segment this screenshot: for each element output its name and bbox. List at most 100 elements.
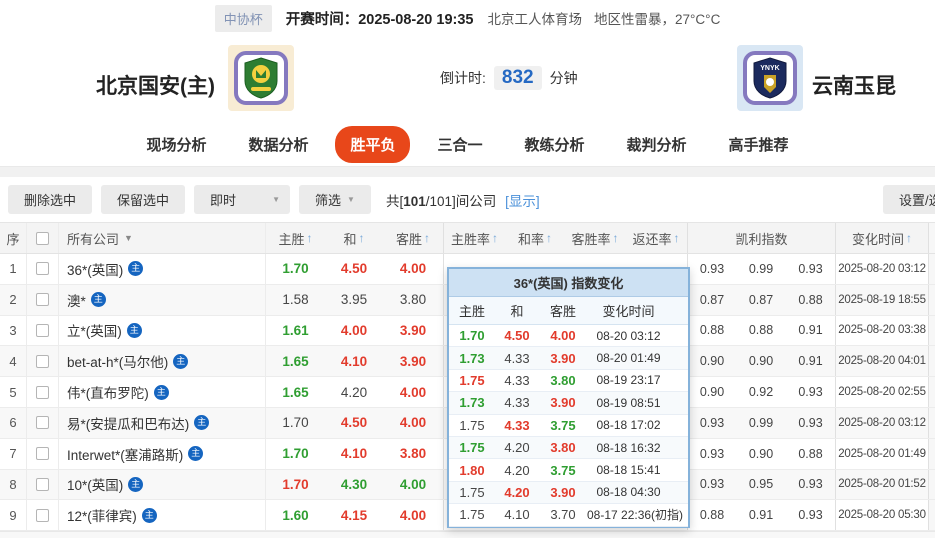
row-checkbox[interactable] (36, 477, 49, 491)
away-odds[interactable]: 3.80 (383, 439, 443, 469)
popup-draw-odds: 4.20 (504, 484, 530, 500)
filter-dropdown-label: 筛选 (315, 193, 342, 208)
tab-现场分析[interactable]: 现场分析 (131, 126, 221, 163)
popup-draw-odds: 4.33 (504, 417, 530, 433)
select-all-checkbox[interactable] (36, 231, 49, 245)
popup-title: 36*(英国) 指数变化 (449, 269, 688, 297)
tab-高手推荐[interactable]: 高手推荐 (714, 126, 804, 163)
delete-selected-button[interactable]: 删除选中 (8, 185, 93, 214)
popup-home-odds: 1.73 (459, 350, 485, 366)
row-checkbox[interactable] (36, 323, 49, 337)
kelly-value: 0.93 (687, 438, 736, 469)
row-checkbox-cell (26, 438, 58, 469)
odds-table-header: 序 所有公司 ▼ 主胜 ↑ 和 ↑ 客胜 ↑ 主胜率 ↑ 和率 ↑ 客胜率 ↑ … (0, 222, 935, 254)
popup-change-time: 08-18 04:30 (596, 485, 661, 500)
col-header-away-rate[interactable]: 客胜率 ↑ (565, 223, 625, 253)
home-odds[interactable]: 1.65 (265, 346, 325, 377)
draw-odds[interactable]: 4.10 (325, 439, 383, 469)
popup-draw-odds: 4.10 (504, 507, 530, 523)
row-edge-sliver (928, 377, 935, 407)
col-header-return-rate[interactable]: 返还率 ↑ (625, 223, 687, 253)
kelly-value: 0.88 (798, 446, 823, 461)
instant-dropdown[interactable]: 即时 ▼ (194, 185, 291, 214)
home-odds[interactable]: 1.65 (265, 377, 325, 407)
home-odds[interactable]: 1.70 (265, 469, 325, 500)
col-header-draw[interactable]: 和 ↑ (325, 223, 383, 253)
countdown-unit: 分钟 (549, 70, 578, 86)
show-link[interactable]: [显示] (505, 194, 540, 209)
row-checkbox[interactable] (36, 293, 49, 307)
kelly-value: 0.90 (687, 346, 736, 377)
away-odds[interactable]: 3.90 (383, 346, 443, 376)
popup-change-time: 08-18 16:32 (596, 440, 661, 455)
away-odds[interactable]: 4.00 (383, 500, 443, 530)
away-odds[interactable]: 3.80 (383, 285, 443, 315)
keep-selected-button[interactable]: 保留选中 (101, 185, 186, 214)
away-odds[interactable]: 4.00 (383, 470, 443, 500)
popup-change-time: 08-19 08:51 (596, 395, 661, 410)
row-checkbox[interactable] (36, 385, 49, 399)
kelly-value: 0.90 (748, 354, 774, 369)
row-index: 2 (9, 292, 17, 308)
popup-row: 1.80 4.20 3.75 08-18 15:41 (449, 459, 688, 482)
filter-dropdown[interactable]: 筛选 ▼ (299, 185, 371, 214)
home-odds[interactable]: 1.60 (265, 500, 325, 531)
col-header-change-time[interactable]: 变化时间 ↑ (835, 223, 928, 253)
row-checkbox[interactable] (36, 354, 49, 368)
kelly-value: 0.99 (748, 415, 774, 430)
tab-教练分析[interactable]: 教练分析 (510, 126, 600, 163)
draw-odds[interactable]: 4.15 (325, 500, 383, 530)
kelly-value: 0.93 (687, 407, 736, 438)
popup-col-away: 客胜 (549, 304, 576, 319)
popup-away-odds: 3.80 (550, 372, 576, 388)
col-header-home-rate[interactable]: 主胜率 ↑ (443, 223, 505, 253)
venue-weather: 北京工人体育场 地区性雷暴，27°C°C (488, 8, 721, 28)
col-header-draw-rate[interactable]: 和率 ↑ (505, 223, 565, 253)
company-cell: Interwet*(塞浦路斯) 主 (58, 438, 265, 469)
row-checkbox[interactable] (36, 262, 49, 276)
row-checkbox[interactable] (36, 416, 49, 430)
col-header-home-win[interactable]: 主胜 ↑ (265, 223, 325, 253)
home-badge-icon: 主 (188, 446, 204, 462)
draw-odds[interactable]: 4.50 (325, 254, 383, 284)
col-header-away-win[interactable]: 客胜 ↑ (383, 223, 443, 253)
draw-odds[interactable]: 4.50 (325, 408, 383, 438)
tab-三合一[interactable]: 三合一 (422, 126, 497, 163)
kelly-value: 0.88 (687, 500, 736, 531)
row-checkbox[interactable] (36, 447, 49, 461)
popup-home-odds: 1.75 (459, 507, 485, 523)
home-odds[interactable]: 1.61 (265, 315, 325, 346)
row-checkbox[interactable] (36, 508, 49, 522)
analysis-tabs: 现场分析 数据分析 胜平负 三合一 教练分析 裁判分析 高手推荐 (0, 122, 935, 167)
col-header-company[interactable]: 所有公司 ▼ (58, 223, 265, 253)
popup-home-odds: 1.80 (459, 462, 485, 478)
popup-home-odds: 1.75 (459, 372, 485, 388)
tab-数据分析[interactable]: 数据分析 (233, 126, 323, 163)
tab-裁判分析[interactable]: 裁判分析 (612, 126, 702, 163)
popup-draw-odds: 4.33 (504, 395, 530, 411)
popup-body: 1.70 4.50 4.00 08-20 03:12 1.73 4.33 3.90 08-20… (449, 325, 688, 527)
away-odds[interactable]: 3.90 (383, 316, 443, 346)
home-odds[interactable]: 1.70 (265, 407, 325, 438)
company-name: 36*(英国) (67, 262, 124, 278)
draw-odds[interactable]: 3.95 (325, 285, 383, 315)
tab-胜平负[interactable]: 胜平负 (335, 125, 411, 163)
home-odds[interactable]: 1.58 (265, 284, 325, 315)
home-odds[interactable]: 1.70 (265, 254, 325, 284)
draw-odds[interactable]: 4.00 (325, 316, 383, 346)
popup-away-odds: 3.90 (550, 395, 576, 411)
draw-odds[interactable]: 4.10 (325, 346, 383, 376)
kelly-value: 0.95 (748, 477, 774, 492)
company-cell: bet-at-h*(马尔他) 主 (58, 346, 265, 377)
draw-odds[interactable]: 4.30 (325, 470, 383, 500)
popup-col-time: 变化时间 (602, 304, 655, 319)
away-odds[interactable]: 4.00 (383, 254, 443, 284)
draw-odds[interactable]: 4.20 (325, 377, 383, 407)
home-odds[interactable]: 1.70 (265, 438, 325, 469)
league-badge: 中协杯 (214, 4, 272, 32)
away-odds[interactable]: 4.00 (383, 377, 443, 407)
row-edge-sliver (928, 284, 935, 315)
away-odds[interactable]: 4.00 (383, 408, 443, 438)
settings-button[interactable]: 设置/选 (883, 185, 935, 214)
company-count-rest: /101]间公司 (425, 193, 497, 209)
